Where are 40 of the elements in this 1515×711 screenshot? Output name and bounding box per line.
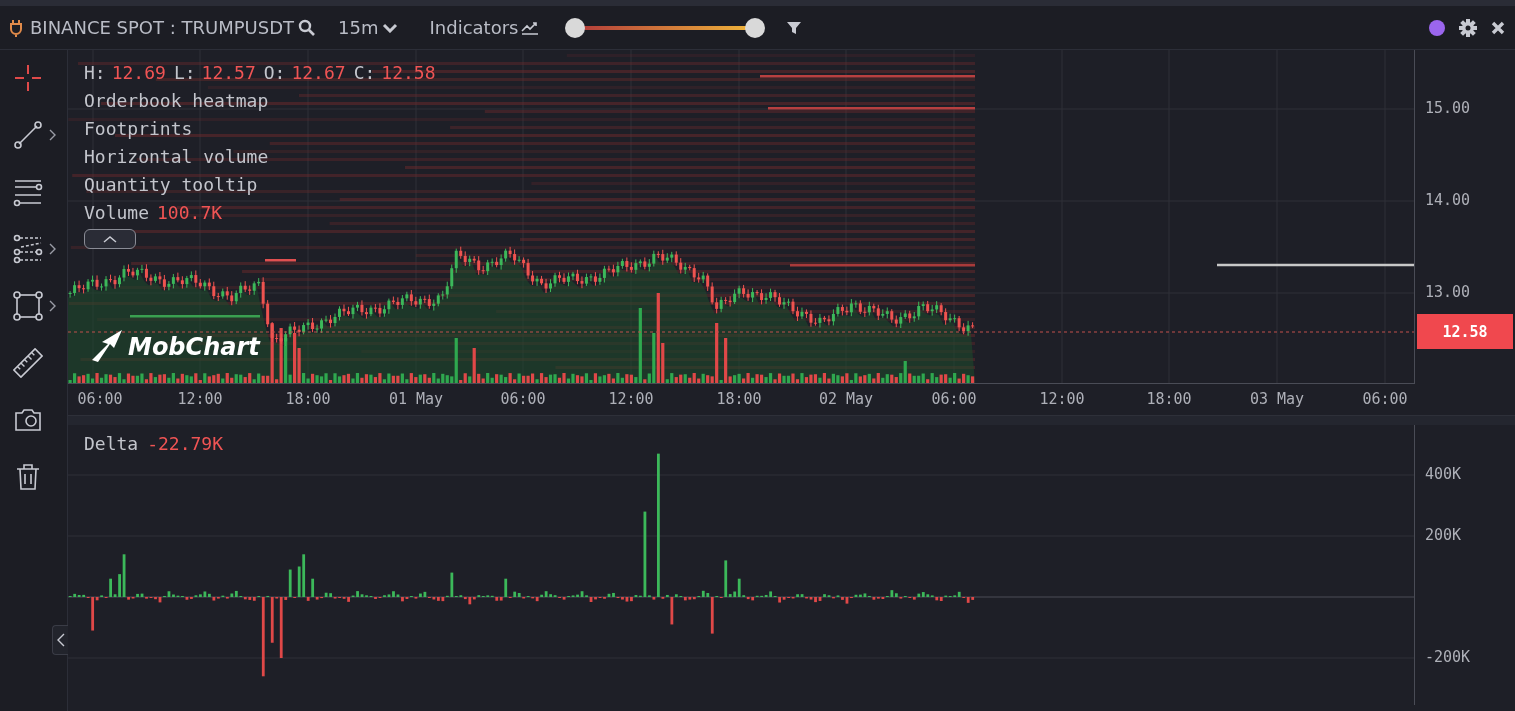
indicators-button[interactable]: Indicators <box>429 17 540 38</box>
logo-text: MobChart <box>128 333 260 361</box>
volume-label: Volume <box>84 202 150 223</box>
time-label: 01 May <box>388 390 444 408</box>
ohlc-value: 12.58 <box>381 62 436 83</box>
delta-axis-label: -200K <box>1425 648 1471 666</box>
time-label: 18:00 <box>1146 390 1192 408</box>
layer-label[interactable]: Quantity tooltip <box>84 174 258 195</box>
time-label: 03 May <box>1249 390 1305 408</box>
ohlc-label: H: <box>84 62 106 83</box>
price-label: 15.00 <box>1425 99 1471 117</box>
ohlc-value: 12.57 <box>201 62 256 83</box>
layer-label[interactable]: Orderbook heatmap <box>84 90 269 111</box>
layer-label[interactable]: Footprints <box>84 118 193 139</box>
delta-axis-label: 200K <box>1425 526 1462 544</box>
ohlc-label: O: <box>263 62 286 83</box>
symbol-title[interactable]: BINANCE SPOT : TRUMPUSDT <box>30 17 295 38</box>
price-label: 14.00 <box>1425 191 1471 209</box>
time-label: 12:00 <box>608 390 654 408</box>
time-label: 06:00 <box>931 390 977 408</box>
delta-label: Delta <box>84 433 139 454</box>
volume-value: 100.7K <box>157 202 223 223</box>
time-label: 12:00 <box>177 390 223 408</box>
time-label: 02 May <box>818 390 874 408</box>
layer-label[interactable]: Horizontal volume <box>84 146 269 167</box>
ohlc-value: 12.67 <box>291 62 346 83</box>
time-label: 18:00 <box>285 390 331 408</box>
ohlc-label: L: <box>173 62 196 83</box>
price-label: 13.00 <box>1425 283 1471 301</box>
time-label: 12:00 <box>1039 390 1085 408</box>
time-label: 18:00 <box>716 390 762 408</box>
interval-dropdown[interactable]: 15m <box>338 17 398 38</box>
delta-axis-label: 400K <box>1425 465 1462 483</box>
time-label: 06:00 <box>500 390 546 408</box>
time-label: 06:00 <box>1362 390 1408 408</box>
ohlc-value: 12.69 <box>111 62 166 83</box>
delta-value: -22.79K <box>147 433 224 454</box>
time-label: 06:00 <box>77 390 123 408</box>
last-price-tag: 12.58 <box>1417 314 1513 349</box>
ohlc-label: C: <box>353 62 376 83</box>
